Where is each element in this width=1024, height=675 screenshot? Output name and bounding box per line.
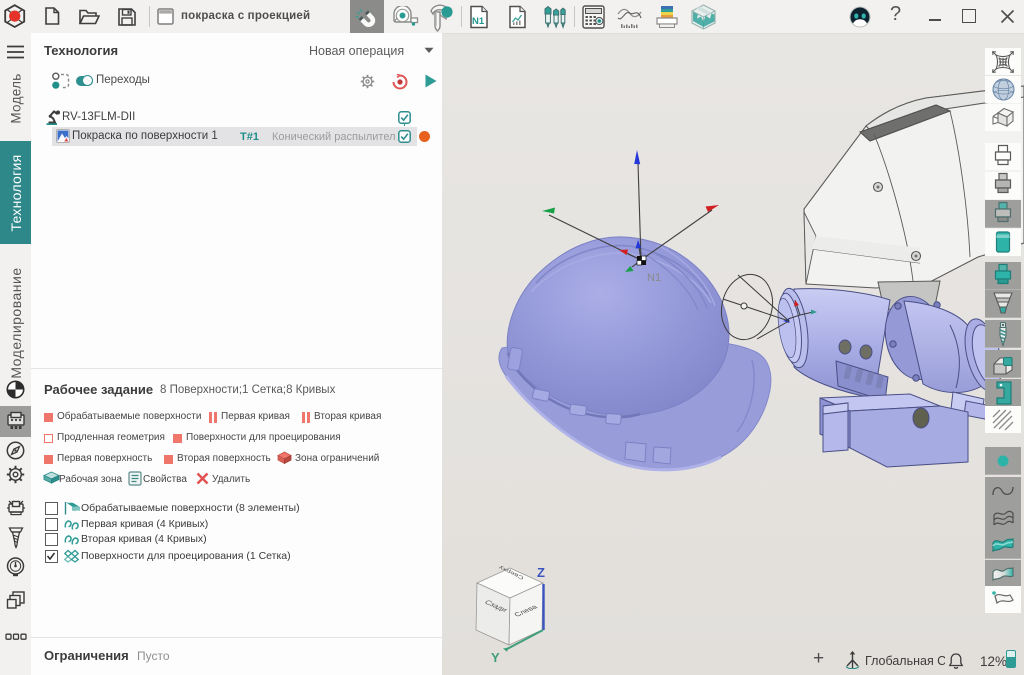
svg-text:Z: Z	[537, 565, 545, 580]
svg-text:N1: N1	[472, 16, 485, 27]
svg-text:Y: Y	[491, 650, 500, 665]
svg-text:N1: N1	[647, 272, 661, 284]
